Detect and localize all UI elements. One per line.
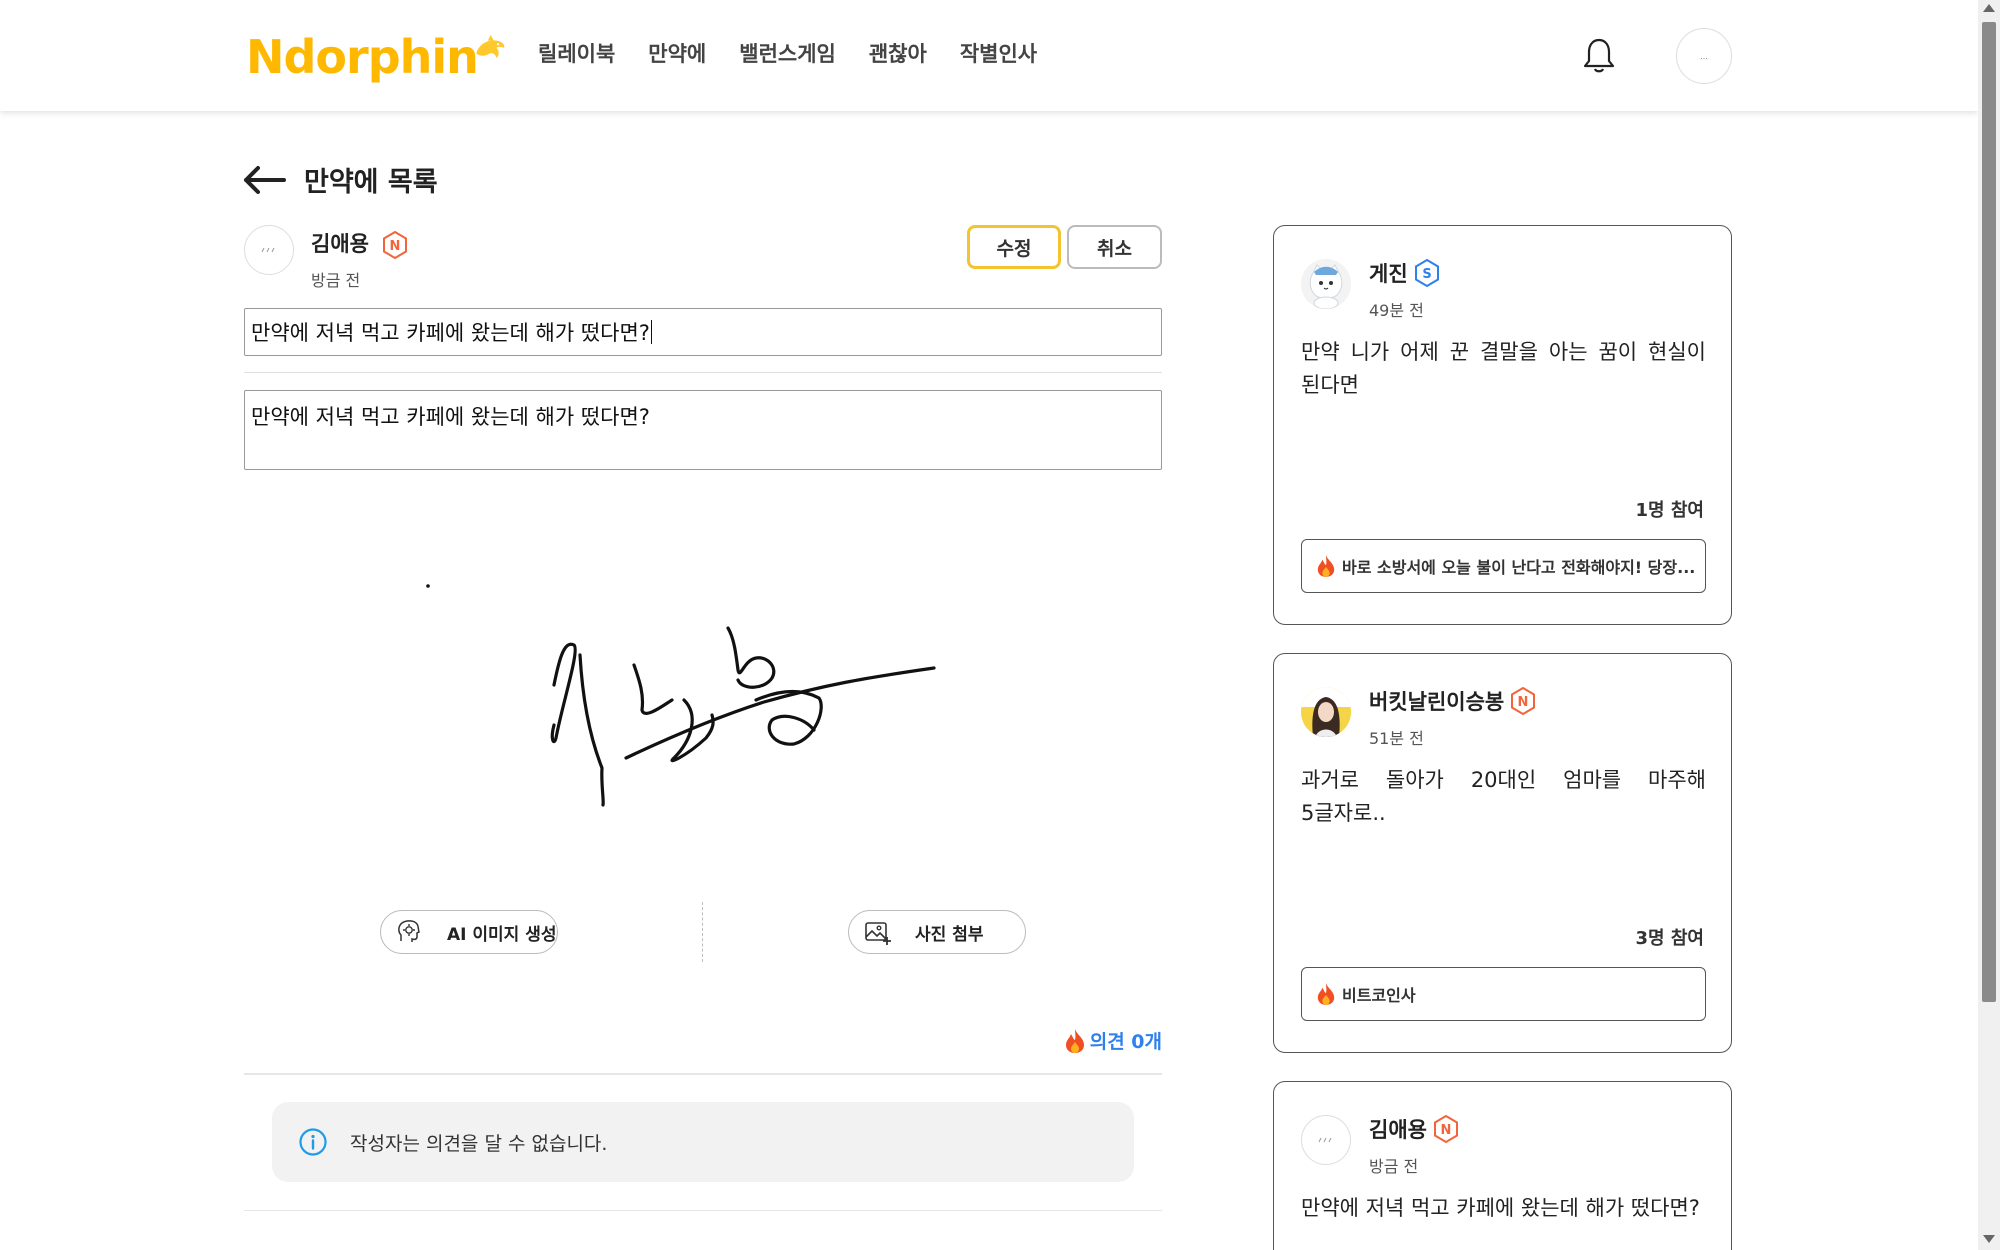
scroll-up-arrow-icon[interactable] [1983,4,1995,12]
person-photo-icon [1301,687,1351,737]
divider [244,1073,1162,1075]
top-opinion-text: 비트코인사 [1342,986,1416,1005]
text-cursor [650,320,653,344]
nav-what-if[interactable]: 만약에 [648,38,706,68]
participant-count: 3명 참여 [1635,928,1704,949]
edit-button[interactable]: 수정 [967,225,1061,269]
card-time: 방금 전 [1369,1157,1419,1176]
title-input[interactable]: 만약에 저녁 먹고 카페에 왔는데 해가 떴다면? [244,308,1162,356]
scroll-down-arrow-icon[interactable] [1983,1235,1995,1243]
top-opinion[interactable]: 바로 소방서에 오늘 불이 난다고 전화해야지! 당장... [1301,539,1706,593]
card-avatar [1301,687,1351,737]
title-input-value: 만약에 저녁 먹고 카페에 왔는데 해가 떴다면? [251,321,650,345]
avatar-placeholder-icon [261,247,275,253]
logo[interactable]: Ndorphin [246,22,508,92]
top-opinion-text: 바로 소방서에 오늘 불이 난다고 전화해야지! 당장... [1342,558,1696,577]
card-author-row: 김애용 N [1369,1114,1459,1144]
n-badge-icon: N [1433,1115,1459,1143]
notice-box: 작성자는 의견을 달 수 없습니다. [272,1102,1134,1182]
dolphin-icon [476,34,505,58]
card-author-row: 버킷날린이승봉 N [1369,686,1536,716]
n-badge-icon: N [1510,687,1536,715]
fire-icon [1317,983,1335,1005]
avatar-placeholder-icon [1318,1137,1332,1143]
participant-count: 1명 참여 [1635,500,1704,521]
svg-text:N: N [1441,1123,1452,1138]
related-post-card[interactable]: 버킷날린이승봉 N 51분 전 과거로 돌아가 20대인 엄마를 마주해 5글자… [1273,653,1732,1053]
attach-photo-button[interactable]: 사진 첨부 [848,910,1026,954]
cancel-button[interactable]: 취소 [1067,225,1162,269]
info-icon [299,1128,327,1156]
ai-image-label: AI 이미지 생성 [447,924,557,945]
top-opinion[interactable]: 비트코인사 [1301,967,1706,1021]
scrollbar[interactable] [1978,0,2000,1250]
n-badge-icon: N [382,231,408,259]
nav-farewell[interactable]: 작별인사 [960,38,1037,68]
card-time: 49분 전 [1369,301,1424,320]
fire-icon [1317,555,1335,577]
card-text: 만약에 저녁 먹고 카페에 왔는데 해가 떴다면? [1301,1196,1700,1220]
nav-its-okay[interactable]: 괜찮아 [869,38,927,68]
notice-text: 작성자는 의견을 달 수 없습니다. [350,1132,608,1155]
related-post-card[interactable]: 게진 S 49분 전 만약 니가 어제 꾼 결말을 아는 꿈이 현실이 된다면 … [1273,225,1732,625]
vertical-divider [702,902,703,962]
post-time: 방금 전 [311,271,361,290]
divider [244,1210,1162,1211]
card-time: 51분 전 [1369,729,1424,748]
main-nav: 릴레이북 만약에 밸런스게임 괜찮아 작별인사 [538,38,1070,68]
nav-balance-game[interactable]: 밸런스게임 [739,38,836,68]
cat-avatar-icon [1301,259,1351,309]
related-post-card[interactable]: 김애용 N 방금 전 만약에 저녁 먹고 카페에 왔는데 해가 떴다면? [1273,1081,1732,1250]
card-text: 만약 니가 어제 꾼 결말을 아는 꿈이 현실이 된다면 [1301,340,1706,397]
canvas-dot [426,584,430,588]
card-avatar [1301,259,1351,309]
opinion-count: 의견 0개 [1064,1027,1162,1054]
user-avatar-text: ... [1700,51,1708,61]
ai-image-button[interactable]: AI 이미지 생성 [380,910,558,954]
bell-icon[interactable] [1582,36,1616,74]
fire-icon [1065,1028,1084,1053]
user-avatar[interactable]: ... [1676,28,1732,84]
author-avatar[interactable] [244,225,294,275]
s-badge-icon: S [1414,259,1440,287]
svg-text:S: S [1422,267,1431,282]
divider [244,372,1162,373]
svg-text:N: N [1518,695,1529,710]
arrow-left-icon [244,165,286,194]
opinion-count-label: 의견 0개 [1089,1031,1162,1053]
card-author-row: 게진 S [1369,258,1440,288]
back-to-list[interactable]: 만약에 목록 [242,160,438,199]
scrollbar-thumb[interactable] [1982,22,1996,1002]
card-text: 과거로 돌아가 20대인 엄마를 마주해 5글자로.. [1301,768,1706,825]
ai-head-icon [398,920,421,942]
top-header: Ndorphin 릴레이북 만약에 밸런스게임 괜찮아 작별인사 ... [0,0,1978,111]
nav-relay-book[interactable]: 릴레이북 [538,38,615,68]
drawing-canvas[interactable] [244,500,1162,880]
author-name: 김애용 [311,232,369,256]
card-avatar [1301,1115,1351,1165]
card-author-name: 게진 [1369,262,1408,286]
author-name-row: 김애용 N [311,228,408,259]
content-textarea[interactable]: 만약에 저녁 먹고 카페에 왔는데 해가 떴다면? [244,390,1162,470]
page-title: 만약에 목록 [304,167,438,198]
card-author-name: 김애용 [1369,1118,1427,1142]
card-author-name: 버킷날린이승봉 [1369,690,1505,714]
logo-text: Ndorphin [246,30,479,84]
handwritten-signature [550,626,936,807]
svg-text:N: N [390,239,401,254]
attach-photo-label: 사진 첨부 [915,924,984,945]
add-image-icon [865,922,891,945]
